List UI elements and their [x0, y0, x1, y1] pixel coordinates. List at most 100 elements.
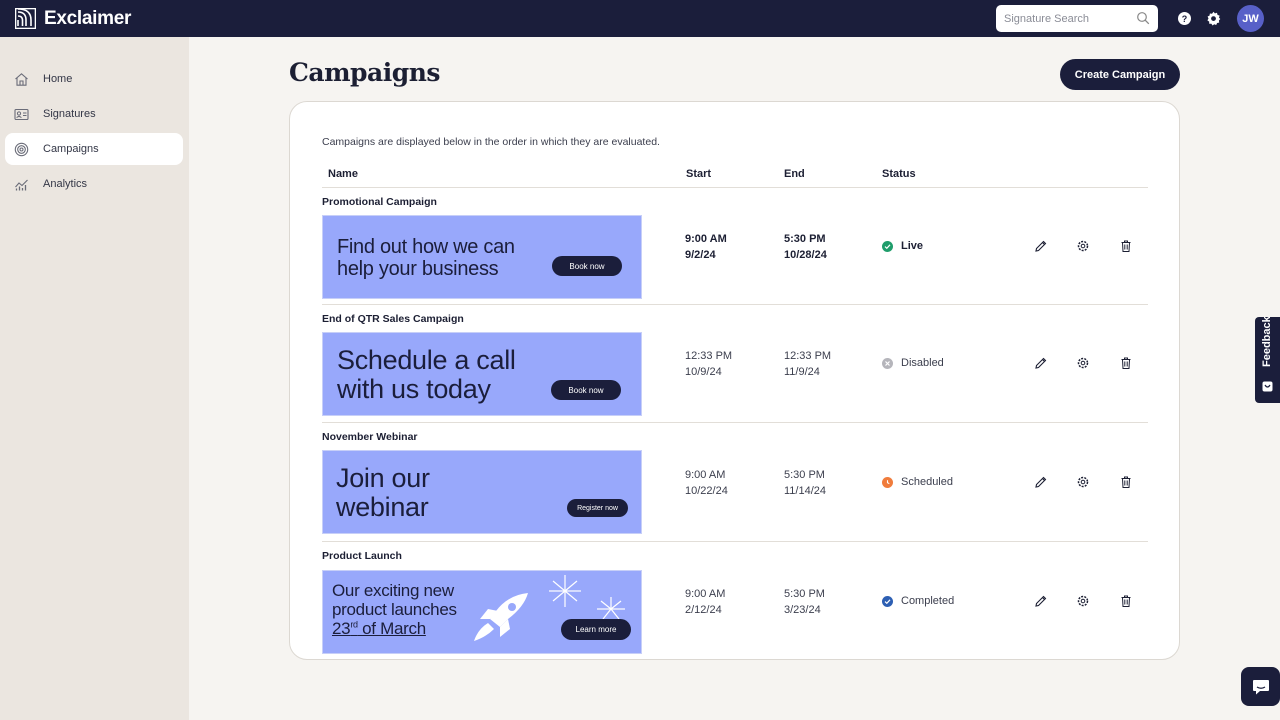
status-label: Completed [901, 595, 955, 607]
sidebar-item-signatures[interactable]: Signatures [5, 98, 183, 130]
trash-icon[interactable] [1119, 356, 1133, 370]
start-time: 9:00 AM [685, 233, 727, 245]
top-bar: Exclaimer ? JW [0, 0, 1280, 37]
signature-search[interactable] [996, 5, 1158, 32]
banner-headline-1: Join our [336, 463, 430, 493]
sidebar-item-label: Analytics [43, 178, 88, 190]
settings-gear-icon[interactable] [1076, 475, 1090, 489]
sidebar-item-label: Signatures [43, 108, 96, 120]
status-badge: Disabled [882, 357, 944, 369]
check-circle-icon [882, 595, 893, 607]
user-avatar[interactable]: JW [1237, 5, 1264, 32]
brand-logo[interactable]: Exclaimer [15, 8, 131, 30]
intro-text: Campaigns are displayed below in the ord… [322, 136, 660, 148]
signature-card-icon [14, 108, 29, 120]
status-badge: Completed [882, 595, 954, 607]
column-header-start: Start [686, 168, 712, 180]
banner-button: Book now [552, 256, 622, 276]
status-badge: Scheduled [882, 476, 953, 488]
help-icon[interactable]: ? [1177, 11, 1192, 26]
start-date: 9/2/24 [685, 249, 716, 261]
end-date: 3/23/24 [784, 604, 821, 616]
sidebar-item-label: Campaigns [43, 143, 99, 155]
campaign-banner[interactable]: Our exciting new product launches 23rd o… [322, 570, 642, 654]
end-time: 12:33 PM [784, 350, 832, 362]
status-label: Disabled [901, 357, 944, 369]
end-date: 11/14/24 [784, 485, 827, 497]
exclaimer-logo-icon [15, 8, 36, 29]
start-time: 9:00 AM [685, 469, 726, 481]
banner-button: Register now [567, 499, 628, 517]
search-input[interactable] [1004, 12, 1129, 25]
campaign-banner[interactable]: Schedule a call with us today Book now [322, 332, 642, 416]
x-circle-icon [882, 357, 893, 369]
banner-button: Learn more [561, 619, 631, 640]
end-time: 5:30 PM [784, 469, 825, 481]
settings-icon[interactable] [1206, 11, 1221, 26]
trash-icon[interactable] [1119, 475, 1133, 489]
campaign-name: Promotional Campaign [322, 196, 437, 208]
feedback-icon [1262, 381, 1273, 392]
feedback-tab[interactable]: Feedback [1255, 316, 1280, 403]
start-date: 10/9/24 [685, 366, 722, 378]
sidebar-item-home[interactable]: Home [5, 63, 183, 95]
edit-pencil-icon[interactable] [1034, 356, 1048, 370]
edit-pencil-icon[interactable] [1034, 239, 1048, 253]
sidebar-item-campaigns[interactable]: Campaigns [5, 133, 183, 165]
search-icon[interactable] [1136, 11, 1150, 25]
banner-headline-1: Schedule a call [337, 345, 516, 375]
sidebar: Home Signatures Campaigns Analytics [0, 37, 189, 720]
end-time: 5:30 PM [784, 233, 826, 245]
end-time: 5:30 PM [784, 588, 825, 600]
clock-icon [882, 476, 893, 488]
trash-icon[interactable] [1119, 594, 1133, 608]
divider [322, 541, 1148, 542]
settings-gear-icon[interactable] [1076, 239, 1090, 253]
campaign-name: November Webinar [322, 431, 418, 443]
column-header-status: Status [882, 168, 916, 180]
start-date: 10/22/24 [685, 485, 728, 497]
banner-headline-2: with us today [337, 374, 491, 404]
banner-button: Book now [551, 380, 621, 400]
start-date: 2/12/24 [685, 604, 722, 616]
banner-headline-1: Find out how we can [337, 236, 515, 258]
target-icon [14, 142, 29, 156]
check-circle-icon [882, 240, 893, 252]
page-title: Campaigns [289, 58, 440, 87]
create-campaign-button[interactable]: Create Campaign [1060, 59, 1180, 90]
column-header-name: Name [328, 168, 358, 180]
chat-widget-button[interactable] [1241, 667, 1280, 706]
start-time: 12:33 PM [685, 350, 733, 362]
brand-name: Exclaimer [44, 7, 132, 29]
trash-icon[interactable] [1119, 239, 1133, 253]
chat-bubble-icon [1252, 679, 1269, 694]
settings-gear-icon[interactable] [1076, 356, 1090, 370]
svg-text:?: ? [1182, 14, 1188, 24]
banner-headline-1: Our exciting new [332, 581, 454, 600]
campaign-name: End of QTR Sales Campaign [322, 313, 464, 325]
fireworks-icon [549, 575, 625, 620]
status-label: Live [901, 240, 924, 252]
campaigns-card: Campaigns are displayed below in the ord… [289, 101, 1180, 660]
column-header-end: End [784, 168, 805, 180]
campaign-banner[interactable]: Find out how we can help your business B… [322, 215, 642, 299]
rocket-icon [474, 593, 528, 641]
end-date: 11/9/24 [784, 366, 820, 378]
end-date: 10/28/24 [784, 249, 827, 261]
divider [322, 187, 1148, 188]
home-icon [15, 72, 28, 86]
settings-gear-icon[interactable] [1076, 594, 1090, 608]
start-time: 9:00 AM [685, 588, 726, 600]
analytics-chart-icon [15, 179, 28, 190]
edit-pencil-icon[interactable] [1034, 475, 1048, 489]
sidebar-item-analytics[interactable]: Analytics [5, 168, 183, 200]
divider [322, 422, 1148, 423]
banner-headline-2: webinar [336, 492, 429, 522]
divider [322, 304, 1148, 305]
banner-headline-2: product launches [332, 600, 457, 619]
banner-headline-2: help your business [337, 258, 499, 280]
edit-pencil-icon[interactable] [1034, 594, 1048, 608]
campaign-name: Product Launch [322, 550, 402, 562]
feedback-label: Feedback [1261, 316, 1273, 367]
campaign-banner[interactable]: Join our webinar Register now [322, 450, 642, 534]
